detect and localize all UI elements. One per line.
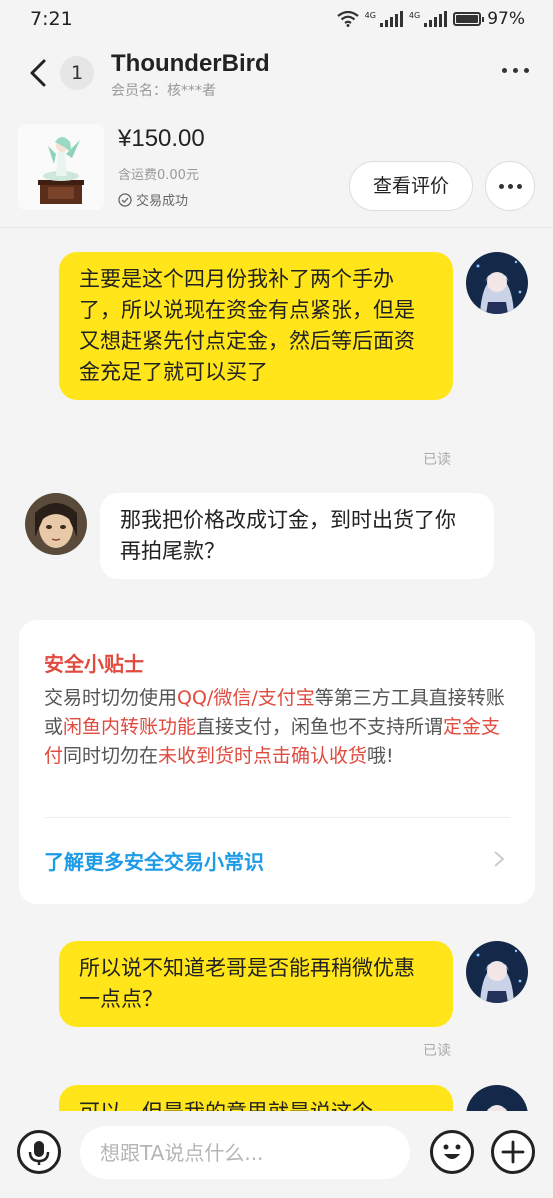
network-type-2: 4G [408,10,421,20]
battery-icon [453,12,485,26]
tip-highlight: 未收到货时点击确认收货 [158,745,368,767]
input-bar [0,1111,553,1198]
plus-icon[interactable] [491,1130,535,1174]
voice-icon[interactable] [17,1130,61,1174]
check-circle-icon [118,192,132,207]
tip-highlight: QQ/微信/支付宝 [177,687,315,709]
read-receipt: 已读 [423,1043,451,1059]
chat-header: 1 ThounderBird 会员名：核***者 [0,40,553,110]
contact-name: ThounderBird [111,50,270,77]
safety-tip-body: 交易时切勿使用QQ/微信/支付宝等第三方工具直接转账或闲鱼内转账功能直接支付，闲… [44,684,514,771]
status-indicators: 4G 4G 97% [336,9,525,29]
safety-tip-card: 安全小贴士 交易时切勿使用QQ/微信/支付宝等第三方工具直接转账或闲鱼内转账功能… [19,620,535,904]
wifi-icon [336,11,359,27]
message-bubble-other[interactable]: 那我把价格改成订金，到时出货了你再拍尾款？ [100,493,494,579]
trade-status-label: 交易成功 [136,194,189,209]
trade-status: 交易成功 [118,190,188,209]
member-name: 会员名：核***者 [111,83,216,99]
tip-text: 同时切勿在 [63,745,159,767]
status-time: 7:21 [30,8,73,30]
tip-text: 直接支付，闲鱼也不支持所谓 [196,716,444,738]
battery-percent: 97% [487,9,525,29]
my-avatar[interactable] [466,252,528,314]
safety-tip-title: 安全小贴士 [44,652,144,676]
network-type-1: 4G [364,10,376,20]
message-bubble-me[interactable]: 所以说不知道老哥是否能再稍微优惠一点点？ [59,941,453,1027]
message-bubble-me[interactable]: 可以，但是我的意思就是说这个 [59,1085,453,1111]
chat-area[interactable]: 主要是这个四月份我补了两个手办了，所以说现在资金有点紧张，但是又想赶紧先付点定金… [0,228,553,1111]
divider [44,817,510,818]
shipping-fee: 含运费0.00元 [118,168,199,183]
signal-1-icon [379,11,403,27]
product-price: ¥150.00 [118,125,205,152]
view-review-button[interactable]: 查看评价 [349,161,473,211]
more-icon[interactable] [502,68,529,73]
safety-learn-more-link[interactable]: 了解更多安全交易小常识 [44,846,264,875]
chevron-right-icon[interactable] [493,850,505,868]
tip-highlight: 闲鱼内转账功能 [63,716,197,738]
product-card[interactable]: ¥150.00 含运费0.00元 交易成功 查看评价 [0,110,553,228]
product-thumbnail[interactable] [18,124,104,210]
contact-avatar[interactable] [25,493,87,555]
tip-text: 哦! [367,745,394,767]
tip-text: 交易时切勿使用 [44,687,178,709]
message-input[interactable] [80,1126,410,1179]
signal-2-icon [424,11,448,27]
my-avatar[interactable] [466,941,528,1003]
my-avatar[interactable] [466,1085,528,1111]
unread-count-badge[interactable]: 1 [60,56,94,90]
emoji-icon[interactable] [430,1130,474,1174]
card-more-button[interactable] [485,161,535,211]
read-receipt: 已读 [423,452,451,468]
message-bubble-me[interactable]: 主要是这个四月份我补了两个手办了，所以说现在资金有点紧张，但是又想赶紧先付点定金… [59,252,453,400]
back-arrow-icon[interactable] [26,58,50,88]
status-bar: 7:21 4G 4G 97% [0,0,553,40]
